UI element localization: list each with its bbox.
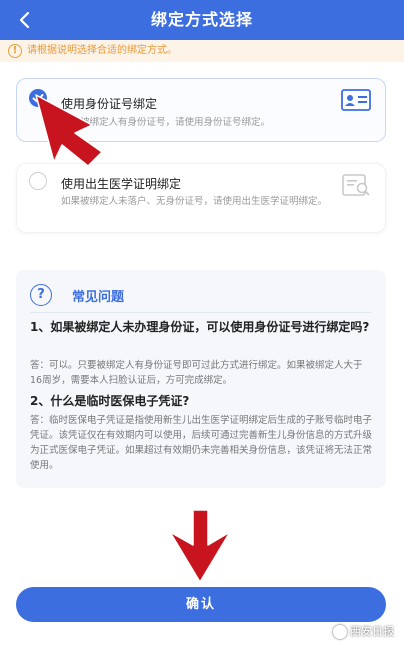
faq-question: 1、如果被绑定人未办理身份证，可以使用身份证号进行绑定吗? (30, 320, 370, 334)
faq-section: ? 常见问题 1、如果被绑定人未办理身份证，可以使用身份证号进行绑定吗? 答：可… (16, 270, 386, 488)
header-bar: 绑定方式选择 (0, 0, 404, 40)
faq-question: 2、什么是临时医保电子凭证? (30, 394, 190, 408)
birth-certificate-icon (342, 174, 370, 196)
notice-bar: ! 请根据说明选择合适的绑定方式。 (0, 40, 404, 62)
radio-checked-icon[interactable] (29, 89, 47, 107)
red-arrow-down-icon (169, 509, 231, 583)
watermark-text: 西安日报 (350, 625, 394, 638)
question-icon: ? (30, 284, 52, 306)
option-id-card[interactable]: 使用身份证号绑定 如果被绑定人有身份证号，请使用身份证号绑定。 (16, 78, 386, 142)
faq-answer: 答：可以。只要被绑定人有身份证号即可过此方式进行绑定。如果被绑定人大于16周岁，… (30, 360, 363, 386)
faq-divider (30, 312, 372, 313)
radio-unchecked-icon[interactable] (29, 172, 47, 190)
option-description: 如果被绑定人有身份证号，请使用身份证号绑定。 (61, 117, 271, 128)
page-title: 绑定方式选择 (150, 10, 253, 29)
confirm-button[interactable]: 确认 (16, 587, 386, 622)
id-card-icon (341, 89, 371, 111)
notice-text: 请根据说明选择合适的绑定方式。 (27, 45, 177, 56)
faq-title: 常见问题 (72, 290, 125, 305)
option-title: 使用身份证号绑定 (61, 97, 158, 111)
option-birth-certificate[interactable]: 使用出生医学证明绑定 如果被绑定人未落户、无身份证号，请使用出生医学证明绑定。 (16, 163, 386, 233)
newspaper-logo-icon (333, 625, 347, 639)
faq-answer: 答：临时医保电子凭证是指使用新生儿出生医学证明绑定后生成的子账号临时电子凭证。该… (30, 415, 373, 471)
option-title: 使用出生医学证明绑定 (61, 177, 182, 191)
option-description: 如果被绑定人未落户、无身份证号，请使用出生医学证明绑定。 (61, 196, 328, 207)
watermark: 西安日报 (333, 622, 394, 642)
info-icon: ! (8, 44, 22, 58)
